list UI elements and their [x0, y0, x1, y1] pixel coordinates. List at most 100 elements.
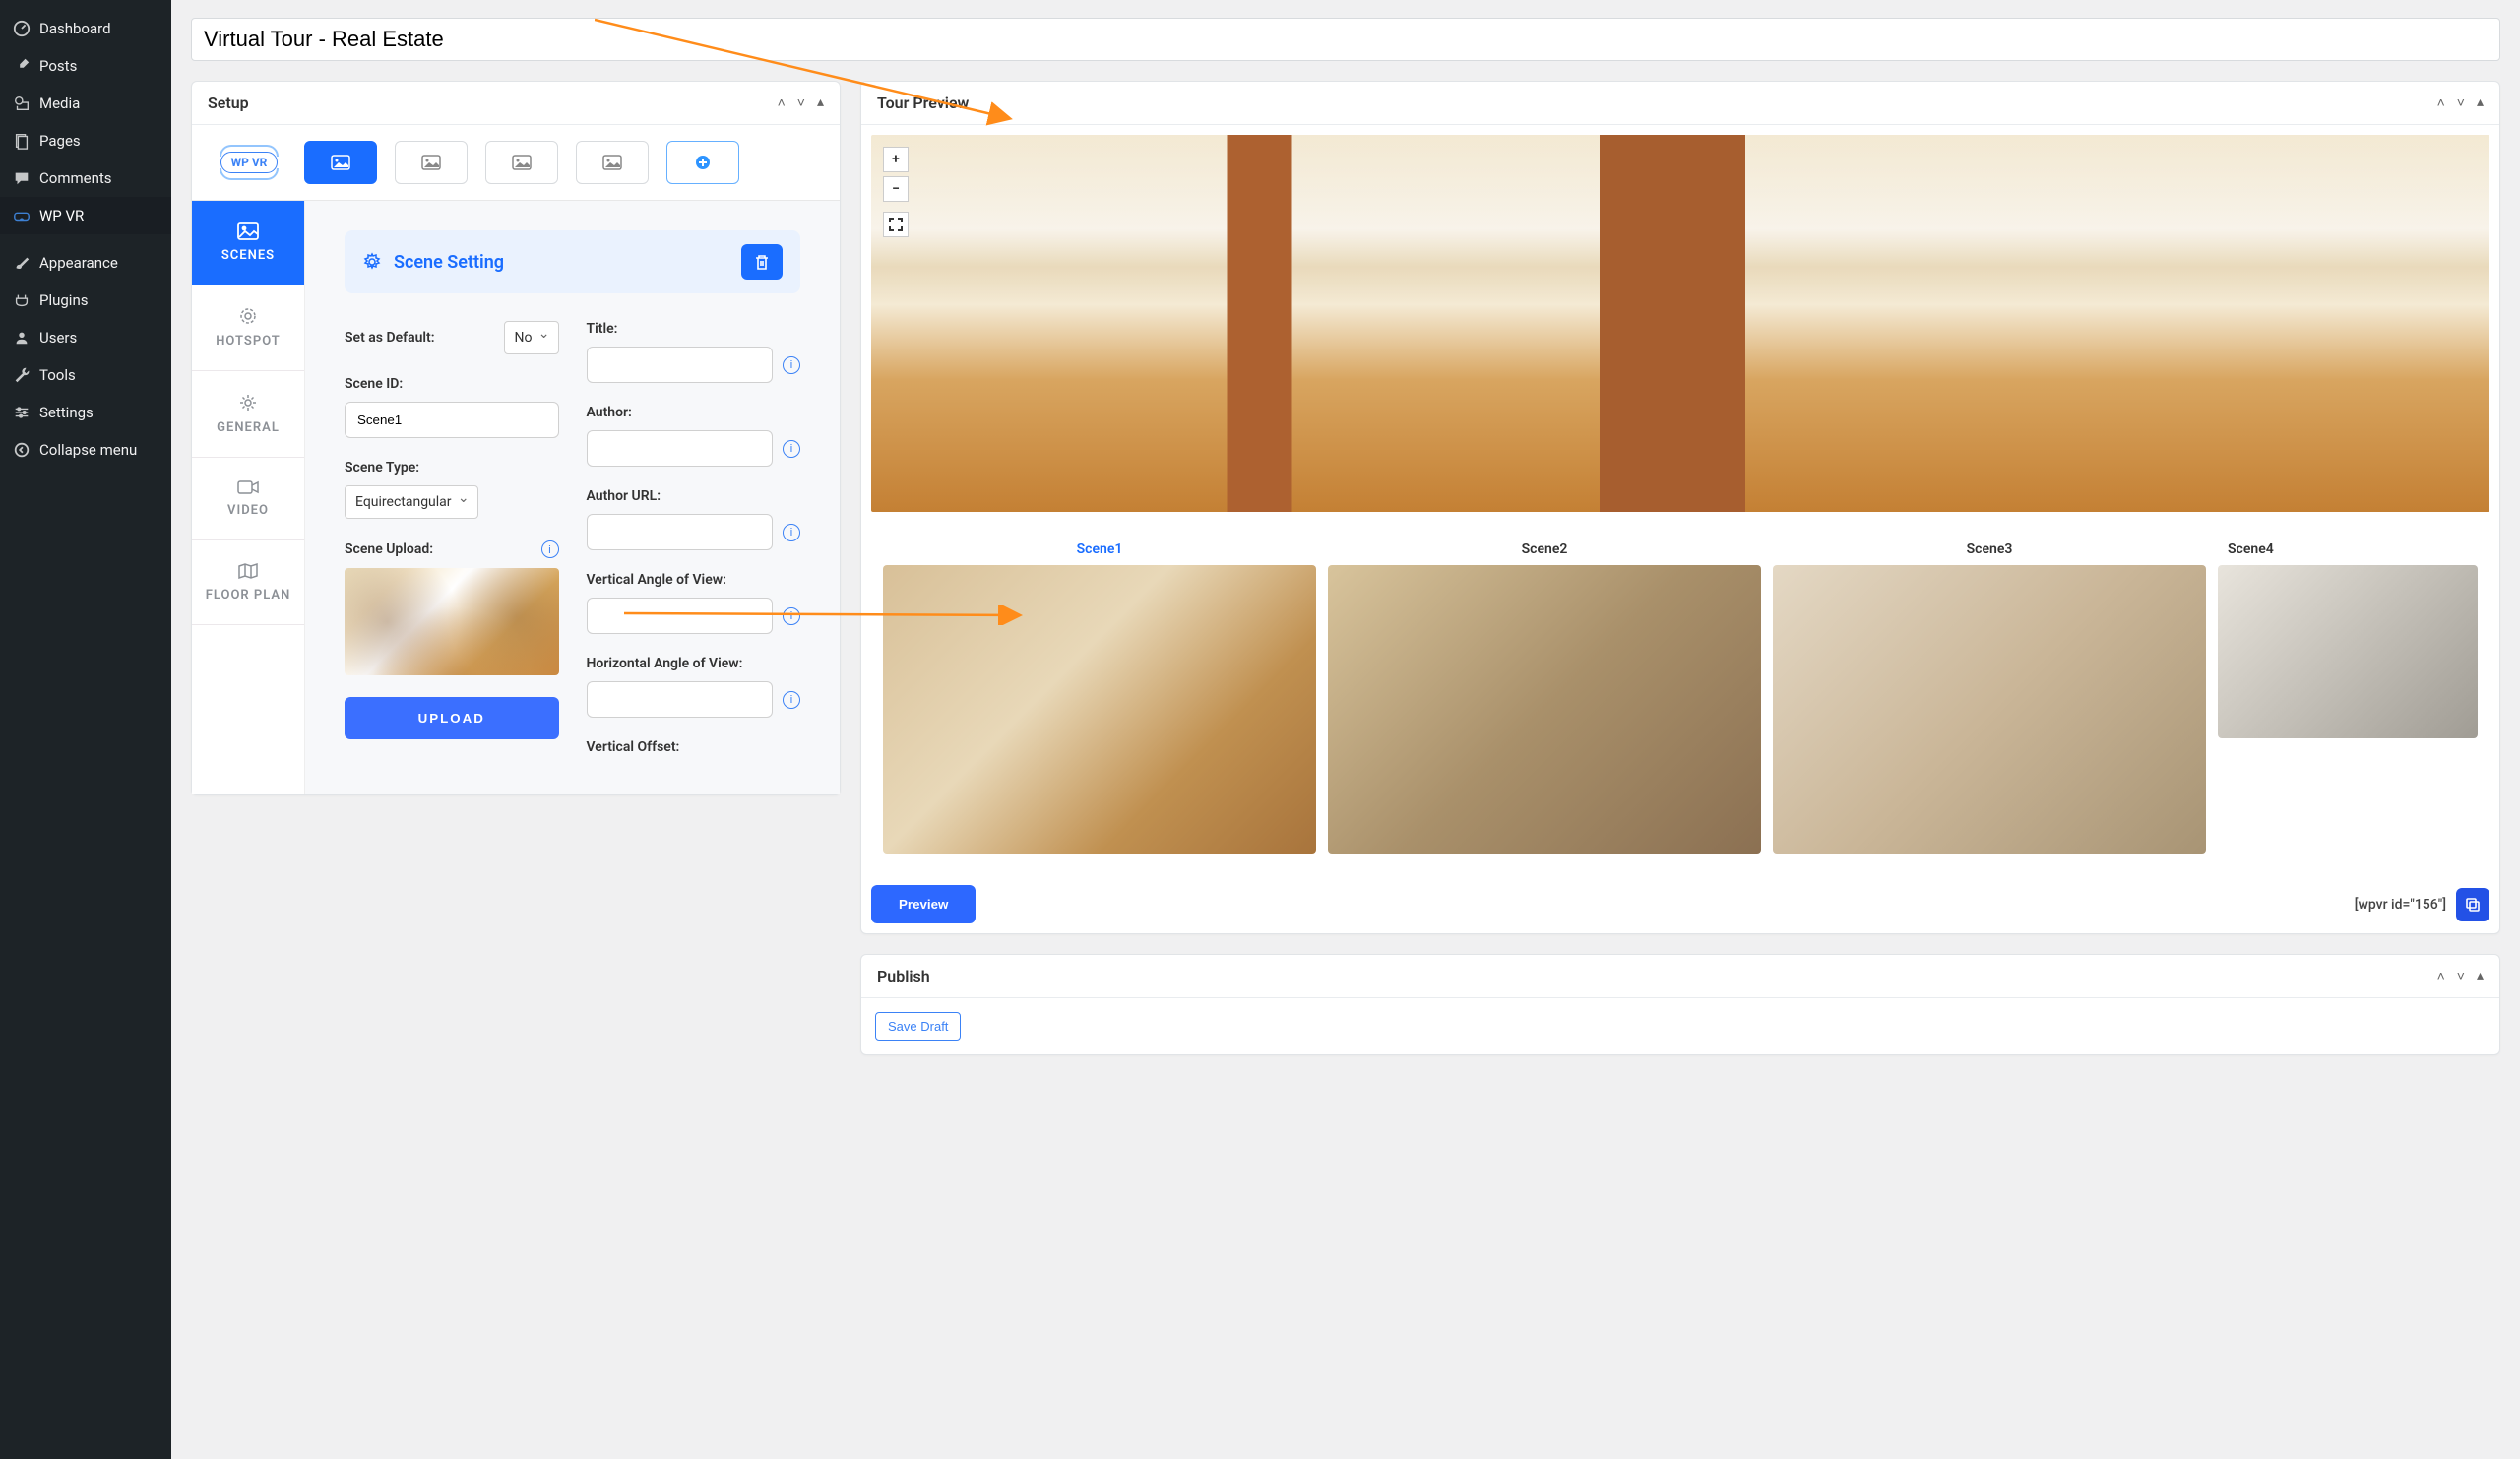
vtab-video[interactable]: VIDEO — [192, 458, 304, 540]
plugin-icon — [12, 290, 32, 310]
author-url-input[interactable] — [587, 514, 774, 550]
sidebar-item-dashboard[interactable]: Dashboard — [0, 10, 171, 47]
sidebar-label: Media — [39, 95, 80, 112]
tour-title-input[interactable] — [191, 18, 2500, 61]
scene-upload-preview[interactable] — [345, 568, 559, 675]
copy-shortcode-button[interactable] — [2456, 888, 2489, 921]
vaov-label: Vertical Angle of View: — [587, 572, 801, 588]
upload-button[interactable]: UPLOAD — [345, 697, 559, 739]
sidebar-item-comments[interactable]: Comments — [0, 159, 171, 197]
set-default-select[interactable]: No — [504, 321, 559, 354]
help-icon[interactable]: i — [783, 356, 800, 374]
vaov-input[interactable] — [587, 598, 774, 634]
caret-up-icon[interactable]: ▴ — [817, 95, 824, 111]
sidebar-item-pages[interactable]: Pages — [0, 122, 171, 159]
sidebar-label: Dashboard — [39, 20, 111, 37]
setup-panel-header: Setup ˄ ˅ ▴ — [192, 82, 840, 125]
sidebar-label: Tools — [39, 366, 76, 384]
gallery-item-4[interactable]: Scene4 — [2218, 541, 2478, 854]
scene-type-label: Scene Type: — [345, 460, 559, 476]
preview-title: Tour Preview — [877, 94, 969, 112]
help-icon[interactable]: i — [783, 691, 800, 709]
vtab-scenes[interactable]: SCENES — [192, 201, 304, 285]
sidebar-item-collapse[interactable]: Collapse menu — [0, 431, 171, 469]
setup-panel: Setup ˄ ˅ ▴ WP VR — [191, 81, 841, 795]
sidebar-label: Posts — [39, 57, 77, 75]
sidebar-label: Pages — [39, 132, 81, 150]
sidebar-item-appearance[interactable]: Appearance — [0, 244, 171, 282]
gallery-thumb — [1773, 565, 2206, 854]
author-input[interactable] — [587, 430, 774, 467]
preview-button[interactable]: Preview — [871, 885, 976, 923]
scene-gallery: Scene1 Scene2 Scene3 Scene4 — [871, 530, 2489, 865]
zoom-out-button[interactable]: − — [883, 176, 909, 202]
scene-tab-2[interactable] — [395, 141, 468, 184]
scene-tab-1[interactable] — [304, 141, 377, 184]
chevron-down-icon[interactable]: ˅ — [2457, 968, 2465, 984]
haov-input[interactable] — [587, 681, 774, 718]
sidebar-item-tools[interactable]: Tools — [0, 356, 171, 394]
chevron-up-icon[interactable]: ˄ — [2437, 968, 2445, 984]
sidebar-item-posts[interactable]: Posts — [0, 47, 171, 85]
gallery-label: Scene1 — [883, 541, 1316, 557]
scene-id-label: Scene ID: — [345, 376, 559, 392]
media-icon — [12, 94, 32, 113]
dashboard-icon — [12, 19, 32, 38]
panorama-viewer[interactable]: + − — [871, 135, 2489, 512]
image-icon — [237, 222, 259, 240]
collapse-icon — [12, 440, 32, 460]
brush-icon — [12, 253, 32, 273]
scene-id-input[interactable] — [345, 402, 559, 438]
setup-title: Setup — [208, 94, 249, 112]
chevron-up-icon[interactable]: ˄ — [778, 95, 786, 111]
scene-tab-3[interactable] — [485, 141, 558, 184]
page-icon — [12, 131, 32, 151]
sidebar-item-plugins[interactable]: Plugins — [0, 282, 171, 319]
vtab-hotspot[interactable]: HOTSPOT — [192, 285, 304, 371]
title-input[interactable] — [587, 347, 774, 383]
sidebar-item-users[interactable]: Users — [0, 319, 171, 356]
comment-icon — [12, 168, 32, 188]
gallery-item-3[interactable]: Scene3 — [1773, 541, 2206, 854]
scene-type-select[interactable]: Equirectangular — [345, 485, 478, 519]
preview-panel: Tour Preview ˄ ˅ ▴ + − — [860, 81, 2500, 934]
sidebar-label: Comments — [39, 169, 112, 187]
voffset-label: Vertical Offset: — [587, 739, 801, 755]
wrench-icon — [12, 365, 32, 385]
delete-scene-button[interactable] — [741, 244, 783, 280]
gallery-thumb — [2218, 565, 2478, 738]
help-icon[interactable]: i — [541, 540, 559, 558]
author-url-label: Author URL: — [587, 488, 801, 504]
gallery-item-2[interactable]: Scene2 — [1328, 541, 1761, 854]
fullscreen-button[interactable] — [883, 212, 909, 237]
save-draft-button[interactable]: Save Draft — [875, 1012, 961, 1041]
main-content: Setup ˄ ˅ ▴ WP VR — [171, 0, 2520, 1459]
help-icon[interactable]: i — [783, 440, 800, 458]
chevron-down-icon[interactable]: ˅ — [2457, 95, 2465, 111]
sidebar-item-media[interactable]: Media — [0, 85, 171, 122]
sidebar-item-settings[interactable]: Settings — [0, 394, 171, 431]
gallery-item-1[interactable]: Scene1 — [883, 541, 1316, 854]
sidebar-item-wpvr[interactable]: WP VR — [0, 197, 171, 234]
gallery-thumb — [883, 565, 1316, 854]
help-icon[interactable]: i — [783, 607, 800, 625]
pin-icon — [12, 56, 32, 76]
caret-up-icon[interactable]: ▴ — [2477, 968, 2484, 984]
zoom-in-button[interactable]: + — [883, 147, 909, 172]
caret-up-icon[interactable]: ▴ — [2477, 95, 2484, 111]
chevron-up-icon[interactable]: ˄ — [2437, 95, 2445, 111]
vtab-floorplan[interactable]: FLOOR PLAN — [192, 540, 304, 625]
help-icon[interactable]: i — [783, 524, 800, 541]
scene-tab-add[interactable] — [666, 141, 739, 184]
sidebar-separator — [0, 234, 171, 244]
vtab-label: GENERAL — [217, 420, 280, 435]
set-default-label: Set as Default: — [345, 330, 435, 346]
scene-tab-4[interactable] — [576, 141, 649, 184]
haov-label: Horizontal Angle of View: — [587, 656, 801, 671]
publish-panel: Publish ˄ ˅ ▴ Save Draft — [860, 954, 2500, 1055]
gallery-label: Scene4 — [2218, 541, 2478, 557]
gallery-label: Scene3 — [1773, 541, 2206, 557]
chevron-down-icon[interactable]: ˅ — [797, 95, 805, 111]
author-label: Author: — [587, 405, 801, 420]
vtab-general[interactable]: GENERAL — [192, 371, 304, 458]
